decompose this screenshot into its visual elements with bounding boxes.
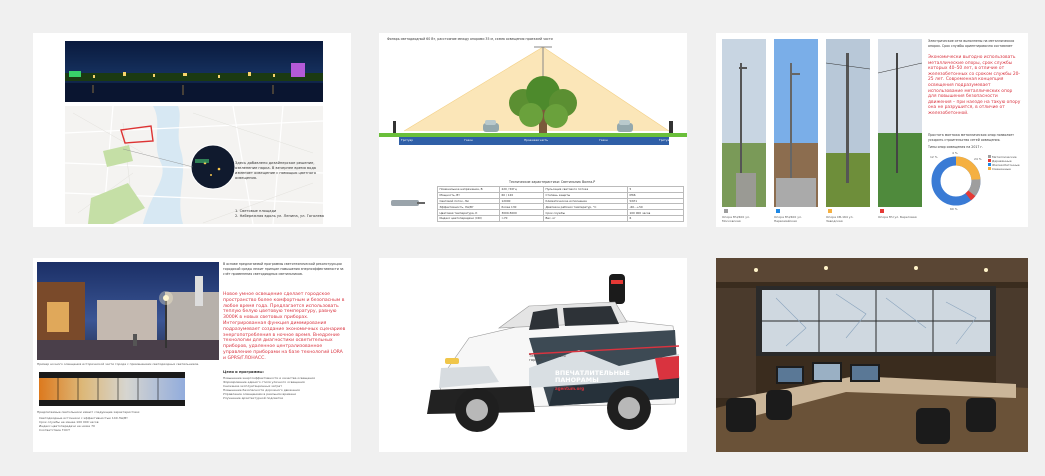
road-label: Тротуар (401, 138, 413, 142)
pole-caption-3: Опора СВ-164 ул. Заводская (826, 215, 854, 223)
pole-photo-2 (774, 39, 818, 207)
road-label: Газон (599, 138, 608, 142)
smart-highlight: Новое умное освещение сделает городское … (223, 292, 346, 361)
poles-note: Простота монтажа металлических опор позв… (928, 133, 1015, 142)
color-temperature-strip (39, 372, 185, 406)
spec-cell: Индекс цветопередачи (CRI) (437, 214, 500, 222)
map-caption: Здесь добавлено дизайнерское решение, оз… (235, 161, 317, 180)
slide-thumbnail-control-room[interactable] (716, 258, 1028, 452)
door-logo: Технологии умного города (529, 354, 566, 363)
slide-thumbnail-road-section[interactable]: Фонарь светодиодный 60 Вт, расстояние ме… (379, 33, 687, 227)
legend-item: Смешанные (988, 167, 1028, 171)
goal-item: Улучшение архитектурной подсветки (223, 396, 284, 400)
donut-title: Типы опор освещения на 2017 г. (928, 145, 984, 149)
pole-caption-2: Опора МЧ/400 ул. Первомайская (774, 215, 802, 223)
poles-highlight: Экономически выгодно использовать металл… (928, 55, 1021, 116)
spec-cell: >70 (499, 214, 544, 222)
panorama-map-graphic (64, 41, 324, 225)
pole-photo-3 (825, 39, 871, 207)
spec-row: Индекс цветопередачи (CRI) >70 Вес, кг 6 (437, 214, 684, 222)
pole-photo-1 (722, 39, 766, 207)
pole-caption-4: Опора МЧ ул. Береговая (878, 215, 917, 219)
door-title: ВПЕЧАТЛИТЕЛЬНЫЕ ПАНОРАМЫ (555, 369, 630, 385)
poles-intro: Электрические сети выполнены на металлич… (928, 39, 1015, 48)
luminaire-image (389, 197, 425, 209)
donut-pct-3: 24 % (974, 157, 982, 161)
donut-pct-1: 12 % (930, 155, 938, 159)
road-label: Проезжая часть (524, 138, 548, 142)
cct-list: Светодиодные источники с эффективностью … (39, 416, 219, 432)
cct-list-item: Соответствие ГОСТ (39, 428, 70, 432)
spec-cell: 6 (627, 214, 684, 222)
spec-title: Технические характеристики: Светильник В… (509, 180, 596, 184)
map-list-item-2: 2. Набережная вдоль ул. Ленина, ул. Гого… (235, 214, 325, 218)
spec-table: Номинальное напряжение, В 220 / 50Гц Пульс… (437, 186, 684, 222)
night-street-photo (37, 262, 219, 360)
slide-thumbnail-panorama-car[interactable]: Технологии умного города ВПЕЧАТЛИТЕЛЬНЫЕ… (379, 258, 687, 452)
road-label: Тротуар (658, 138, 671, 142)
street-caption: Пример ночного освещения исторической ча… (37, 362, 200, 366)
donut-pct-2: 4 % (952, 151, 958, 155)
slide-thumbnail-night-panorama-map[interactable]: Здесь добавлено дизайнерское решение, оз… (33, 33, 351, 227)
road-label: Газон (464, 138, 473, 142)
goals-title: Цели и программы: (223, 370, 264, 374)
cct-title: Предлагаемые светильники имеют следующие… (37, 410, 141, 414)
slide-thumbnail-street-poles[interactable]: Опора МЧ/400 ул. Московская Опора МЧ/400… (716, 33, 1028, 227)
pole-caption-1: Опора МЧ/400 ул. Московская (722, 215, 750, 223)
slide-thumbnail-smart-lighting[interactable]: Пример ночного освещения исторической ча… (33, 258, 351, 452)
goals-list: Повышение энергоэффективности и качества… (223, 376, 347, 400)
door-url: agentum.org (555, 386, 585, 391)
smart-body: В основе предлагаемой программы светотех… (223, 262, 344, 276)
spec-cell: Вес, кг (543, 214, 628, 222)
pole-photo-4 (877, 39, 923, 207)
donut-pct-4: 60 % (950, 207, 958, 211)
donut-legend: Металлические Деревянные Железобетонные … (988, 155, 1028, 171)
control-room-photo (716, 258, 1028, 452)
road-section-diagram (379, 46, 687, 145)
road-labels: Тротуар Газон Проезжая часть Газон Троту… (401, 138, 671, 142)
